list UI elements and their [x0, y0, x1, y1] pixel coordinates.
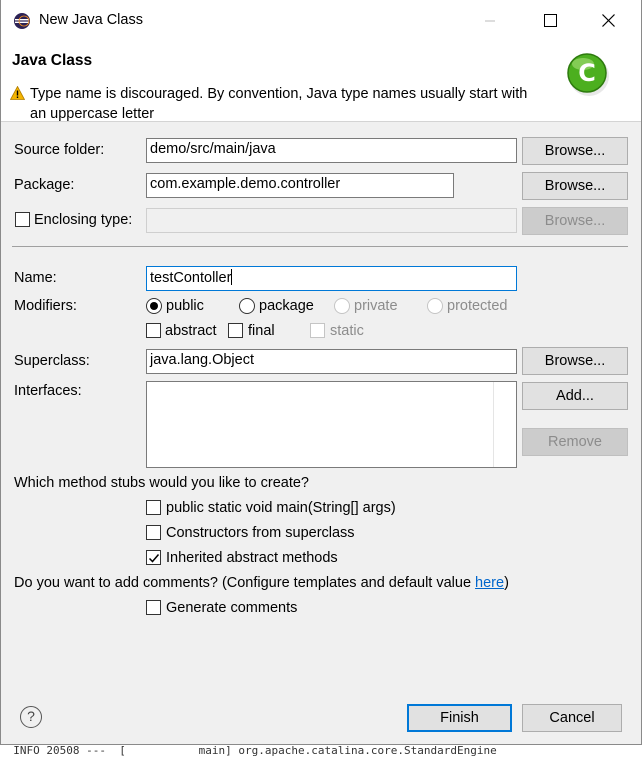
superclass-browse-button[interactable]: Browse... — [522, 347, 628, 375]
radio-selected-dot — [150, 302, 158, 310]
protected-radio[interactable] — [427, 298, 443, 314]
help-button[interactable]: ? — [20, 706, 42, 728]
static-checkbox[interactable] — [310, 323, 325, 338]
name-label: Name: — [14, 270, 57, 286]
cancel-button[interactable]: Cancel — [522, 704, 622, 732]
interfaces-label: Interfaces: — [14, 383, 82, 399]
method-stubs-question: Which method stubs would you like to cre… — [14, 475, 309, 491]
public-label: public — [166, 298, 204, 314]
new-java-class-dialog: New Java Class Java Class Type name is d… — [0, 0, 642, 745]
enclosing-type-browse-button[interactable]: Browse... — [522, 207, 628, 235]
package-label: Package: — [14, 177, 75, 193]
minimize-icon — [484, 11, 496, 31]
enclosing-type-input[interactable] — [146, 208, 517, 233]
interfaces-list[interactable] — [146, 381, 517, 468]
constructors-checkbox[interactable] — [146, 525, 161, 540]
inherited-methods-checkbox[interactable] — [146, 550, 161, 565]
private-radio[interactable] — [334, 298, 350, 314]
warning-icon — [9, 85, 26, 104]
window-title: New Java Class — [39, 12, 143, 28]
warning-message-line2: an uppercase letter — [30, 106, 155, 122]
public-radio[interactable] — [146, 298, 162, 314]
abstract-checkbox[interactable] — [146, 323, 161, 338]
name-input[interactable]: testContoller — [146, 266, 517, 291]
package-input[interactable]: com.example.demo.controller — [146, 173, 454, 198]
comments-question-close: ) — [504, 575, 509, 591]
svg-text:C: C — [578, 59, 596, 87]
generate-comments-label: Generate comments — [166, 600, 298, 616]
help-icon: ? — [27, 708, 35, 724]
enclosing-type-checkbox[interactable] — [15, 212, 30, 227]
list-divider — [493, 382, 494, 467]
final-checkbox[interactable] — [228, 323, 243, 338]
static-label: static — [330, 323, 364, 339]
add-interface-button[interactable]: Add... — [522, 382, 628, 410]
generate-comments-checkbox[interactable] — [146, 600, 161, 615]
finish-button[interactable]: Finish — [407, 704, 512, 732]
package-browse-button[interactable]: Browse... — [522, 172, 628, 200]
superclass-label: Superclass: — [14, 353, 90, 369]
source-folder-browse-button[interactable]: Browse... — [522, 137, 628, 165]
maximize-icon — [543, 11, 557, 31]
close-icon — [601, 11, 615, 31]
separator — [12, 246, 628, 247]
text-caret — [231, 269, 233, 285]
remove-interface-button[interactable]: Remove — [522, 428, 628, 456]
modifiers-label: Modifiers: — [14, 298, 77, 314]
page-title: Java Class — [12, 52, 93, 69]
abstract-label: abstract — [165, 323, 217, 339]
title-bar: New Java Class — [1, 0, 641, 42]
enclosing-type-label: Enclosing type: — [34, 212, 133, 228]
private-label: private — [354, 298, 398, 314]
package-modifier-label: package — [259, 298, 314, 314]
configure-templates-link[interactable]: here — [475, 575, 504, 591]
close-button[interactable] — [585, 6, 631, 36]
checkmark-icon — [148, 554, 160, 563]
final-label: final — [248, 323, 275, 339]
background-console-output: INFO 20508 --- [ main] org.apache.catali… — [0, 745, 642, 757]
inherited-methods-label: Inherited abstract methods — [166, 550, 338, 566]
main-method-label: public static void main(String[] args) — [166, 500, 396, 516]
superclass-input[interactable]: java.lang.Object — [146, 349, 517, 374]
warning-message-line1: Type name is discouraged. By convention,… — [30, 86, 528, 102]
source-folder-input[interactable]: demo/src/main/java — [146, 138, 517, 163]
comments-question-text: Do you want to add comments? (Configure … — [14, 575, 476, 591]
eclipse-icon — [13, 12, 31, 34]
minimize-button[interactable] — [467, 6, 513, 36]
java-class-icon: C — [563, 48, 613, 102]
comments-question: Do you want to add comments? (Configure … — [14, 575, 509, 591]
name-input-value: testContoller — [150, 270, 232, 286]
wizard-header: Java Class Type name is discouraged. By … — [1, 42, 641, 122]
warning-message: Type name is discouraged. By convention,… — [30, 84, 570, 124]
constructors-label: Constructors from superclass — [166, 525, 355, 541]
maximize-button[interactable] — [527, 6, 573, 36]
protected-label: protected — [447, 298, 508, 314]
package-radio[interactable] — [239, 298, 255, 314]
source-folder-label: Source folder: — [14, 142, 105, 158]
main-method-checkbox[interactable] — [146, 500, 161, 515]
